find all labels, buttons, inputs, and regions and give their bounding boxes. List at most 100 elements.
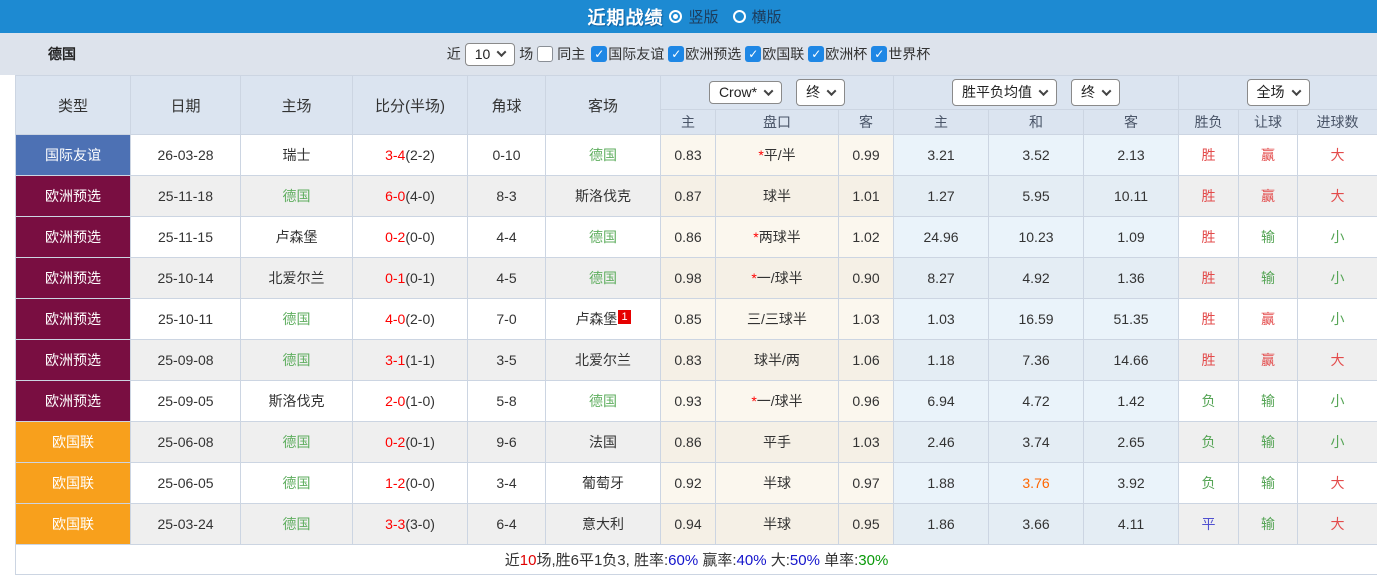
handicap-line: *一/球半 [716, 381, 839, 422]
avg-draw-odds: 7.36 [989, 340, 1084, 381]
result-handicap: 输 [1239, 504, 1298, 545]
result-wdl: 胜 [1179, 135, 1239, 176]
subcol-odds-home: 主 [661, 110, 716, 135]
col-header-away: 客场 [546, 76, 661, 135]
odds-home: 0.93 [661, 381, 716, 422]
competition-label[interactable]: 欧洲杯 [825, 44, 867, 64]
chevron-down-icon [1102, 86, 1112, 96]
home-team[interactable]: 德国 [241, 463, 353, 504]
col-header-home: 主场 [241, 76, 353, 135]
result-handicap: 赢 [1239, 135, 1298, 176]
result-handicap: 赢 [1239, 176, 1298, 217]
away-team[interactable]: 北爱尔兰 [546, 340, 661, 381]
score: 6-0(4-0) [353, 176, 468, 217]
horizontal-layout-label[interactable]: 横版 [752, 6, 782, 27]
away-team[interactable]: 意大利 [546, 504, 661, 545]
odds-away: 0.90 [839, 258, 894, 299]
avg-away-odds: 1.42 [1084, 381, 1179, 422]
same-host-checkbox[interactable] [537, 46, 553, 62]
away-team[interactable]: 卢森堡1 [546, 299, 661, 340]
competition-filter-euro-qualifier[interactable]: ✓ 欧洲预选 [668, 44, 741, 64]
matches-label: 场 [519, 44, 533, 64]
avg-draw-odds: 5.95 [989, 176, 1084, 217]
scope-select[interactable]: 全场 [1247, 79, 1310, 106]
competition-filter-nations-league[interactable]: ✓ 欧国联 [745, 44, 804, 64]
corner-score: 3-4 [468, 463, 546, 504]
away-team[interactable]: 德国 [546, 217, 661, 258]
handicap-line: *一/球半 [716, 258, 839, 299]
score: 4-0(2-0) [353, 299, 468, 340]
same-host-label[interactable]: 同主 [557, 44, 585, 64]
avg-time-select[interactable]: 终 [1071, 79, 1120, 106]
result-handicap: 输 [1239, 258, 1298, 299]
vertical-layout-label[interactable]: 竖版 [688, 6, 718, 27]
odds-away: 1.03 [839, 422, 894, 463]
home-team[interactable]: 卢森堡 [241, 217, 353, 258]
odds-away: 1.02 [839, 217, 894, 258]
away-team[interactable]: 德国 [546, 258, 661, 299]
recent-count-select[interactable]: 10 [465, 43, 516, 66]
result-wdl: 胜 [1179, 299, 1239, 340]
competition-filter-world-cup[interactable]: ✓ 世界杯 [871, 44, 930, 64]
avg-away-odds: 1.09 [1084, 217, 1179, 258]
avg-home-odds: 24.96 [894, 217, 989, 258]
avg-away-odds: 4.11 [1084, 504, 1179, 545]
checked-checkbox-icon[interactable]: ✓ [668, 46, 684, 62]
match-type-badge: 欧洲预选 [16, 258, 131, 299]
result-wdl: 平 [1179, 504, 1239, 545]
avg-away-odds: 14.66 [1084, 340, 1179, 381]
competition-label[interactable]: 欧洲预选 [685, 44, 741, 64]
bookmaker-select[interactable]: Crow* [709, 81, 782, 104]
chevron-down-icon [827, 86, 837, 96]
away-team[interactable]: 德国 [546, 135, 661, 176]
table-row: 欧国联25-03-24德国3-3(3-0)6-4意大利0.94半球0.951.8… [16, 504, 1377, 545]
competition-filter-friendly[interactable]: ✓ 国际友谊 [591, 44, 664, 64]
odds-home: 0.92 [661, 463, 716, 504]
home-team[interactable]: 德国 [241, 422, 353, 463]
summary-segment: 50% [790, 552, 820, 569]
competition-filter-euro-cup[interactable]: ✓ 欧洲杯 [808, 44, 867, 64]
subcol-avg-home: 主 [894, 110, 989, 135]
odds-away: 0.97 [839, 463, 894, 504]
home-team[interactable]: 德国 [241, 176, 353, 217]
competition-label[interactable]: 世界杯 [888, 44, 930, 64]
odds-time-select[interactable]: 终 [796, 79, 845, 106]
match-type-badge: 欧洲预选 [16, 299, 131, 340]
away-team[interactable]: 法国 [546, 422, 661, 463]
table-row: 欧洲预选25-09-05斯洛伐克2-0(1-0)5-8德国0.93*一/球半0.… [16, 381, 1377, 422]
home-team[interactable]: 德国 [241, 340, 353, 381]
avg-home-odds: 1.88 [894, 463, 989, 504]
summary-segment: 场,胜6平1负3, 胜率: [536, 552, 668, 569]
avg-draw-odds: 4.72 [989, 381, 1084, 422]
home-team[interactable]: 瑞士 [241, 135, 353, 176]
away-team[interactable]: 葡萄牙 [546, 463, 661, 504]
avg-home-odds: 6.94 [894, 381, 989, 422]
subcol-handicap: 盘口 [716, 110, 839, 135]
chevron-down-icon [497, 47, 507, 57]
competition-label[interactable]: 欧国联 [762, 44, 804, 64]
away-team[interactable]: 斯洛伐克 [546, 176, 661, 217]
match-date: 25-09-05 [131, 381, 241, 422]
checked-checkbox-icon[interactable]: ✓ [745, 46, 761, 62]
summary-segment: 30% [858, 552, 888, 569]
avg-type-select[interactable]: 胜平负均值 [952, 79, 1057, 106]
result-goals: 小 [1298, 422, 1377, 463]
home-team[interactable]: 斯洛伐克 [241, 381, 353, 422]
checked-checkbox-icon[interactable]: ✓ [871, 46, 887, 62]
handicap-line: *平/半 [716, 135, 839, 176]
vertical-layout-radio[interactable] [669, 10, 682, 23]
match-type-badge: 国际友谊 [16, 135, 131, 176]
away-team[interactable]: 德国 [546, 381, 661, 422]
subcol-avg-away: 客 [1084, 110, 1179, 135]
match-date: 26-03-28 [131, 135, 241, 176]
competition-label[interactable]: 国际友谊 [608, 44, 664, 64]
avg-home-odds: 1.03 [894, 299, 989, 340]
odds-home: 0.87 [661, 176, 716, 217]
corner-score: 4-5 [468, 258, 546, 299]
checked-checkbox-icon[interactable]: ✓ [808, 46, 824, 62]
checked-checkbox-icon[interactable]: ✓ [591, 46, 607, 62]
home-team[interactable]: 德国 [241, 299, 353, 340]
home-team[interactable]: 德国 [241, 504, 353, 545]
home-team[interactable]: 北爱尔兰 [241, 258, 353, 299]
horizontal-layout-radio[interactable] [733, 10, 746, 23]
